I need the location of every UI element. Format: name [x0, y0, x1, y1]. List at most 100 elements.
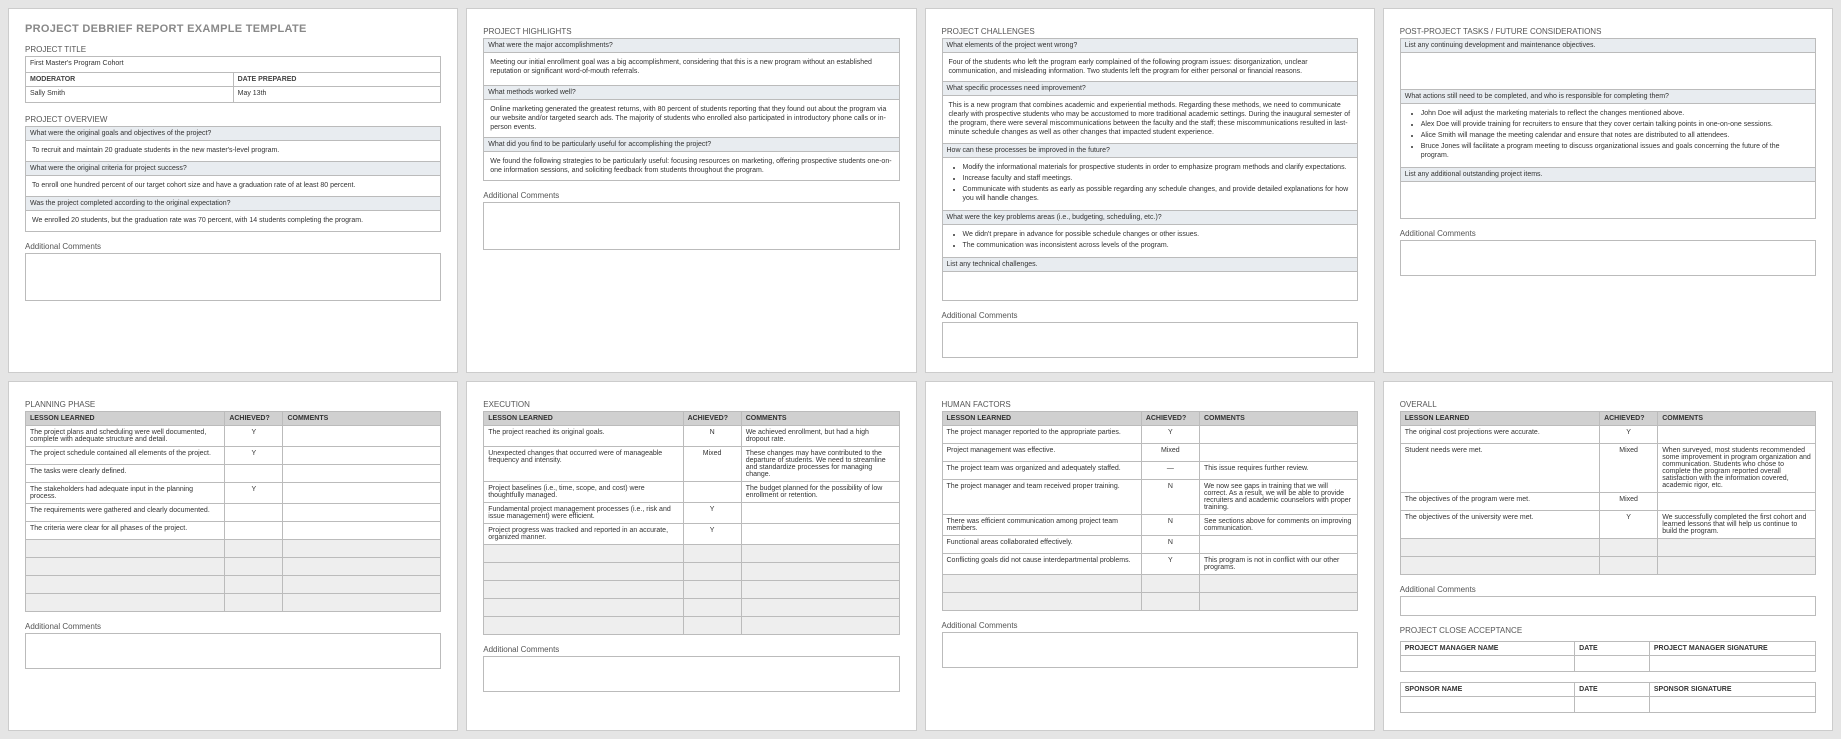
achieved-cell[interactable] — [683, 545, 741, 563]
achieved-cell[interactable]: Mixed — [1600, 493, 1658, 511]
achieved-cell[interactable]: Mixed — [1141, 444, 1199, 462]
postproject-addl-box[interactable] — [1400, 240, 1816, 276]
comments-cell[interactable] — [283, 558, 441, 576]
achieved-cell[interactable] — [225, 540, 283, 558]
overall-addl-box[interactable] — [1400, 596, 1816, 616]
achieved-cell[interactable] — [225, 465, 283, 483]
comments-cell[interactable]: This program is not in conflict with our… — [1199, 554, 1357, 575]
lesson-cell[interactable] — [484, 563, 683, 581]
postproject-a3[interactable] — [1401, 182, 1815, 218]
lesson-cell[interactable] — [26, 576, 225, 594]
lesson-cell[interactable] — [1400, 539, 1599, 557]
lesson-cell[interactable] — [484, 545, 683, 563]
challenges-a1[interactable]: Four of the students who left the progra… — [943, 53, 1357, 81]
achieved-cell[interactable]: Y — [1141, 426, 1199, 444]
achieved-cell[interactable] — [1600, 557, 1658, 575]
moderator-value[interactable]: Sally Smith — [26, 87, 234, 103]
sponsor-sig-input[interactable] — [1649, 697, 1815, 713]
lesson-cell[interactable]: Student needs were met. — [1400, 444, 1599, 493]
postproject-a1[interactable] — [1401, 53, 1815, 89]
achieved-cell[interactable] — [225, 522, 283, 540]
achieved-cell[interactable] — [225, 594, 283, 612]
lesson-cell[interactable]: Project baselines (i.e., time, scope, an… — [484, 482, 683, 503]
lesson-cell[interactable]: Project progress was tracked and reporte… — [484, 524, 683, 545]
highlights-a1[interactable]: Meeting our initial enrollment goal was … — [484, 53, 898, 85]
comments-cell[interactable] — [1199, 536, 1357, 554]
lesson-cell[interactable]: Functional areas collaborated effectivel… — [942, 536, 1141, 554]
lesson-cell[interactable] — [484, 599, 683, 617]
overview-addl-box[interactable] — [25, 253, 441, 301]
challenges-a4[interactable]: We didn't prepare in advance for possibl… — [943, 225, 1357, 257]
highlights-a2[interactable]: Online marketing generated the greatest … — [484, 100, 898, 137]
comments-cell[interactable]: This issue requires further review. — [1199, 462, 1357, 480]
comments-cell[interactable] — [1658, 539, 1816, 557]
achieved-cell[interactable]: — — [1141, 462, 1199, 480]
lesson-cell[interactable]: Unexpected changes that occurred were of… — [484, 447, 683, 482]
human-addl-box[interactable] — [942, 632, 1358, 668]
achieved-cell[interactable] — [1600, 539, 1658, 557]
lesson-cell[interactable]: The project schedule contained all eleme… — [26, 447, 225, 465]
lesson-cell[interactable]: The criteria were clear for all phases o… — [26, 522, 225, 540]
achieved-cell[interactable] — [683, 563, 741, 581]
lesson-cell[interactable] — [484, 581, 683, 599]
lesson-cell[interactable]: The project plans and scheduling were we… — [26, 426, 225, 447]
challenges-a5[interactable] — [943, 272, 1357, 300]
execution-addl-box[interactable] — [483, 656, 899, 692]
comments-cell[interactable] — [283, 426, 441, 447]
lesson-cell[interactable]: Project management was effective. — [942, 444, 1141, 462]
lesson-cell[interactable] — [26, 540, 225, 558]
lesson-cell[interactable]: The project reached its original goals. — [484, 426, 683, 447]
comments-cell[interactable] — [741, 581, 899, 599]
comments-cell[interactable] — [1199, 444, 1357, 462]
comments-cell[interactable] — [283, 465, 441, 483]
lesson-cell[interactable]: There was efficient communication among … — [942, 515, 1141, 536]
date-value[interactable]: May 13th — [233, 87, 441, 103]
overview-a2[interactable]: To enroll one hundred percent of our tar… — [26, 176, 440, 196]
achieved-cell[interactable]: Y — [225, 426, 283, 447]
achieved-cell[interactable] — [225, 504, 283, 522]
lesson-cell[interactable]: The project manager reported to the appr… — [942, 426, 1141, 444]
achieved-cell[interactable]: N — [1141, 515, 1199, 536]
lesson-cell[interactable] — [942, 575, 1141, 593]
achieved-cell[interactable]: Y — [1141, 554, 1199, 575]
postproject-a2[interactable]: John Doe will adjust the marketing mater… — [1401, 104, 1815, 167]
comments-cell[interactable] — [283, 594, 441, 612]
comments-cell[interactable]: We achieved enrollment, but had a high d… — [741, 426, 899, 447]
comments-cell[interactable] — [283, 540, 441, 558]
achieved-cell[interactable] — [683, 599, 741, 617]
achieved-cell[interactable] — [225, 558, 283, 576]
comments-cell[interactable] — [283, 483, 441, 504]
highlights-a3[interactable]: We found the following strategies to be … — [484, 152, 898, 180]
highlights-addl-box[interactable] — [483, 202, 899, 250]
achieved-cell[interactable]: Y — [683, 503, 741, 524]
lesson-cell[interactable]: The objectives of the university were me… — [1400, 511, 1599, 539]
challenges-a3[interactable]: Modify the informational materials for p… — [943, 158, 1357, 210]
achieved-cell[interactable]: N — [1141, 536, 1199, 554]
sponsor-date-input[interactable] — [1575, 697, 1650, 713]
achieved-cell[interactable]: Y — [1600, 511, 1658, 539]
comments-cell[interactable] — [1199, 575, 1357, 593]
achieved-cell[interactable] — [683, 482, 741, 503]
comments-cell[interactable] — [283, 576, 441, 594]
planning-addl-box[interactable] — [25, 633, 441, 669]
comments-cell[interactable] — [1658, 557, 1816, 575]
achieved-cell[interactable]: Y — [683, 524, 741, 545]
comments-cell[interactable]: See sections above for comments on impro… — [1199, 515, 1357, 536]
comments-cell[interactable] — [741, 545, 899, 563]
challenges-a2[interactable]: This is a new program that combines acad… — [943, 96, 1357, 142]
achieved-cell[interactable]: Y — [1600, 426, 1658, 444]
comments-cell[interactable] — [1658, 426, 1816, 444]
achieved-cell[interactable] — [683, 617, 741, 635]
achieved-cell[interactable]: Y — [225, 483, 283, 504]
comments-cell[interactable] — [283, 522, 441, 540]
lesson-cell[interactable]: Conflicting goals did not cause interdep… — [942, 554, 1141, 575]
achieved-cell[interactable]: Y — [225, 447, 283, 465]
lesson-cell[interactable] — [26, 594, 225, 612]
comments-cell[interactable]: We now see gaps in training that we will… — [1199, 480, 1357, 515]
achieved-cell[interactable]: N — [1141, 480, 1199, 515]
lesson-cell[interactable]: The requirements were gathered and clear… — [26, 504, 225, 522]
lesson-cell[interactable]: The tasks were clearly defined. — [26, 465, 225, 483]
achieved-cell[interactable]: Mixed — [1600, 444, 1658, 493]
achieved-cell[interactable] — [225, 576, 283, 594]
achieved-cell[interactable] — [1141, 593, 1199, 611]
